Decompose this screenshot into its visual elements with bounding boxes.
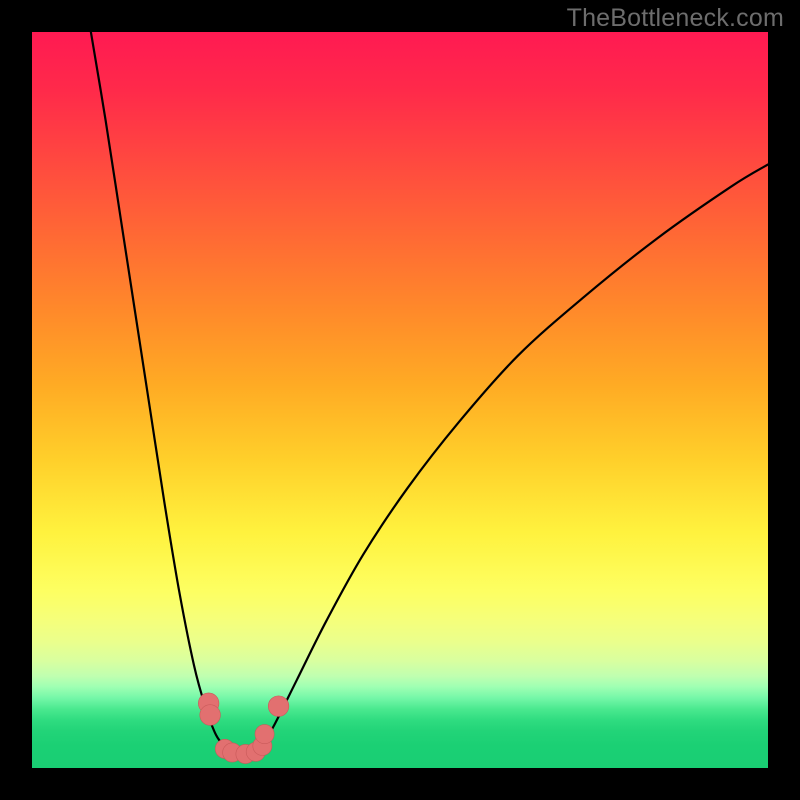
data-marker: [255, 725, 274, 744]
data-marker: [200, 705, 221, 726]
plot-area: [32, 32, 768, 768]
curve-right-curve: [260, 164, 768, 749]
curve-layer: [32, 32, 768, 768]
chart-frame: TheBottleneck.com: [0, 0, 800, 800]
curve-group: [91, 32, 768, 754]
watermark-text: TheBottleneck.com: [567, 4, 784, 33]
curve-left-curve: [91, 32, 227, 750]
data-marker: [268, 696, 289, 717]
